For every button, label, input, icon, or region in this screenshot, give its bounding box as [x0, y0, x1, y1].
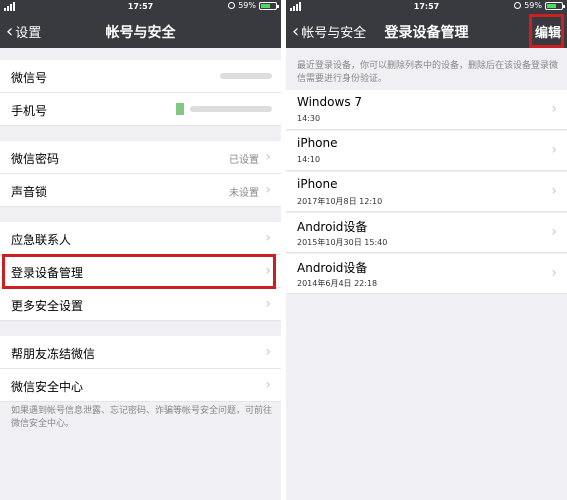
status-bar: 17:57 59%	[286, 0, 567, 14]
row-label: 声音锁	[11, 185, 48, 199]
highlight-box	[2, 254, 276, 289]
row-value: 已设置	[229, 155, 259, 166]
row-wechat-id[interactable]: 微信号	[0, 60, 281, 93]
chevron-right-icon: ›	[265, 377, 271, 393]
device-name: iPhone	[297, 136, 338, 150]
device-row[interactable]: iPhone 14:10 ›	[286, 131, 567, 171]
device-row[interactable]: iPhone 2017年10月8日 12:10 ›	[286, 172, 567, 212]
chevron-right-icon: ›	[551, 265, 557, 281]
page-title: 帐号与安全	[105, 25, 176, 41]
nav-bar: ‹ 帐号与安全 登录设备管理 编辑	[286, 14, 567, 48]
device-row[interactable]: Windows 7 14:30 ›	[286, 90, 567, 130]
row-label: 帮朋友冻结微信	[11, 347, 96, 361]
row-more-security[interactable]: 更多安全设置 ›	[0, 288, 281, 321]
account-security-screen: 17:57 59% ‹ 设置 帐号与安全 微信号 手机号 微信密码 已设置 › …	[0, 0, 281, 500]
chevron-right-icon: ›	[265, 344, 271, 360]
chevron-right-icon: ›	[551, 101, 557, 117]
row-label: 更多安全设置	[11, 299, 84, 313]
battery-percent: 59%	[238, 1, 256, 10]
alarm-icon	[228, 2, 236, 9]
footer-note: 如果遇到帐号信息泄露、忘记密码、诈骗等帐号安全问题，可前往微信安全中心。	[11, 406, 273, 429]
row-label: 微信号	[11, 71, 48, 85]
blurred-value	[220, 73, 272, 79]
device-name: Android设备	[297, 220, 368, 234]
row-emergency-contact[interactable]: 应急联系人 ›	[0, 222, 281, 255]
device-time: 2014年6月4日 22:18	[297, 279, 378, 288]
device-row[interactable]: Android设备 2015年10月30日 15:40 ›	[286, 213, 567, 253]
login-devices-screen: 17:57 59% ‹ 帐号与安全 登录设备管理 编辑 最近登录设备，你可以删除…	[286, 0, 567, 500]
device-time: 2015年10月30日 15:40	[297, 238, 388, 247]
battery-percent: 59%	[524, 1, 542, 10]
row-label: 手机号	[11, 104, 48, 118]
chevron-right-icon: ›	[551, 183, 557, 199]
chevron-right-icon: ›	[265, 230, 271, 246]
blurred-value	[190, 106, 272, 112]
row-password[interactable]: 微信密码 已设置 ›	[0, 141, 281, 174]
nav-bar: ‹ 设置 帐号与安全	[0, 14, 281, 48]
chevron-right-icon: ›	[265, 296, 271, 312]
row-security-center[interactable]: 微信安全中心 ›	[0, 369, 281, 402]
battery-icon	[545, 1, 565, 10]
row-value: 未设置	[229, 188, 259, 199]
status-bar: 17:57 59%	[0, 0, 281, 14]
chevron-right-icon: ›	[265, 149, 271, 165]
row-help-freeze[interactable]: 帮朋友冻结微信 ›	[0, 336, 281, 369]
row-phone[interactable]: 手机号	[0, 93, 281, 126]
row-voice-lock[interactable]: 声音锁 未设置 ›	[0, 174, 281, 207]
page-title: 登录设备管理	[384, 25, 469, 41]
alarm-icon	[514, 2, 522, 9]
battery-icon	[259, 1, 279, 10]
row-label: 应急联系人	[11, 233, 72, 247]
row-label: 微信安全中心	[11, 380, 84, 394]
device-time: 2017年10月8日 12:10	[297, 197, 383, 206]
device-name: Windows 7	[297, 95, 363, 109]
device-time: 14:10	[297, 155, 321, 164]
highlight-box	[529, 14, 564, 48]
chevron-right-icon: ›	[265, 182, 271, 198]
green-marker	[176, 103, 184, 115]
device-name: Android设备	[297, 261, 368, 275]
device-time: 14:30	[297, 114, 321, 123]
row-label: 微信密码	[11, 152, 60, 166]
chevron-right-icon: ›	[551, 224, 557, 240]
devices-note: 最近登录设备，你可以删除列表中的设备，删除后在该设备登录微信需要进行身份验证。	[297, 61, 559, 84]
chevron-right-icon: ›	[551, 142, 557, 158]
device-name: iPhone	[297, 177, 338, 191]
device-row[interactable]: Android设备 2014年6月4日 22:18 ›	[286, 254, 567, 294]
